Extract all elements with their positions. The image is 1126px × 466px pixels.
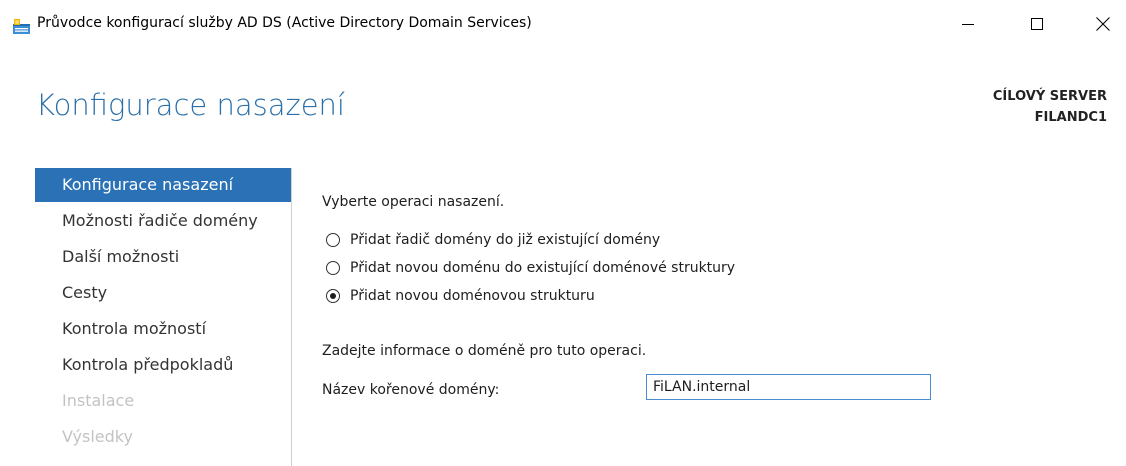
nav-item-installation: Instalace [62, 391, 135, 410]
radio-button[interactable] [326, 233, 340, 247]
radio-button[interactable] [326, 261, 340, 275]
radio-option-label: Přidat řadič domény do již existující do… [350, 232, 661, 248]
radio-option-add-domain[interactable]: Přidat novou doménu do existující doméno… [326, 260, 735, 276]
nav-item-additional-options[interactable]: Další možnosti [35, 239, 291, 275]
wizard-window: Průvodce konfigurací služby AD DS (Activ… [0, 0, 1126, 466]
nav-item-prerequisites-check[interactable]: Kontrola předpokladů [35, 347, 291, 383]
root-domain-label: Název kořenové domény: [322, 382, 500, 398]
close-button[interactable] [1080, 6, 1126, 42]
title-bar[interactable]: Průvodce konfigurací služby AD DS (Activ… [0, 0, 1126, 50]
nav-item-review-options[interactable]: Kontrola možností [35, 311, 291, 347]
radio-option-add-forest[interactable]: Přidat novou doménovou strukturu [326, 288, 595, 304]
domain-info-text: Zadejte informace o doméně pro tuto oper… [322, 343, 647, 359]
radio-option-label: Přidat novou doménovou strukturu [350, 288, 595, 304]
nav-item-results: Výsledky [62, 427, 133, 446]
minimize-button[interactable] [945, 6, 991, 42]
target-server: CÍLOVÝ SERVER FILANDC1 [993, 86, 1107, 128]
window-title: Průvodce konfigurací služby AD DS (Activ… [37, 15, 532, 31]
page-title: Konfigurace nasazení [36, 88, 345, 122]
maximize-button[interactable] [1014, 6, 1060, 42]
radio-button-selected[interactable] [326, 289, 340, 303]
nav-divider [291, 168, 292, 466]
close-icon [1096, 17, 1110, 31]
minimize-icon [962, 24, 974, 25]
maximize-icon [1031, 18, 1043, 30]
target-server-label: CÍLOVÝ SERVER [992, 89, 1107, 104]
root-domain-input[interactable] [646, 374, 931, 400]
nav-item-deployment-configuration[interactable]: Konfigurace nasazení [35, 168, 291, 202]
target-server-name: FILANDC1 [1034, 110, 1107, 125]
radio-option-label: Přidat novou doménu do existující doméno… [350, 260, 736, 276]
radio-option-add-dc[interactable]: Přidat řadič domény do již existující do… [326, 232, 660, 248]
nav-item-paths[interactable]: Cesty [35, 275, 291, 311]
nav-item-domain-controller-options[interactable]: Možnosti řadiče domény [35, 203, 291, 239]
server-wizard-icon [13, 19, 30, 34]
deployment-prompt: Vyberte operaci nasazení. [322, 194, 505, 210]
wizard-nav: Konfigurace nasazení Možnosti řadiče dom… [35, 168, 291, 455]
